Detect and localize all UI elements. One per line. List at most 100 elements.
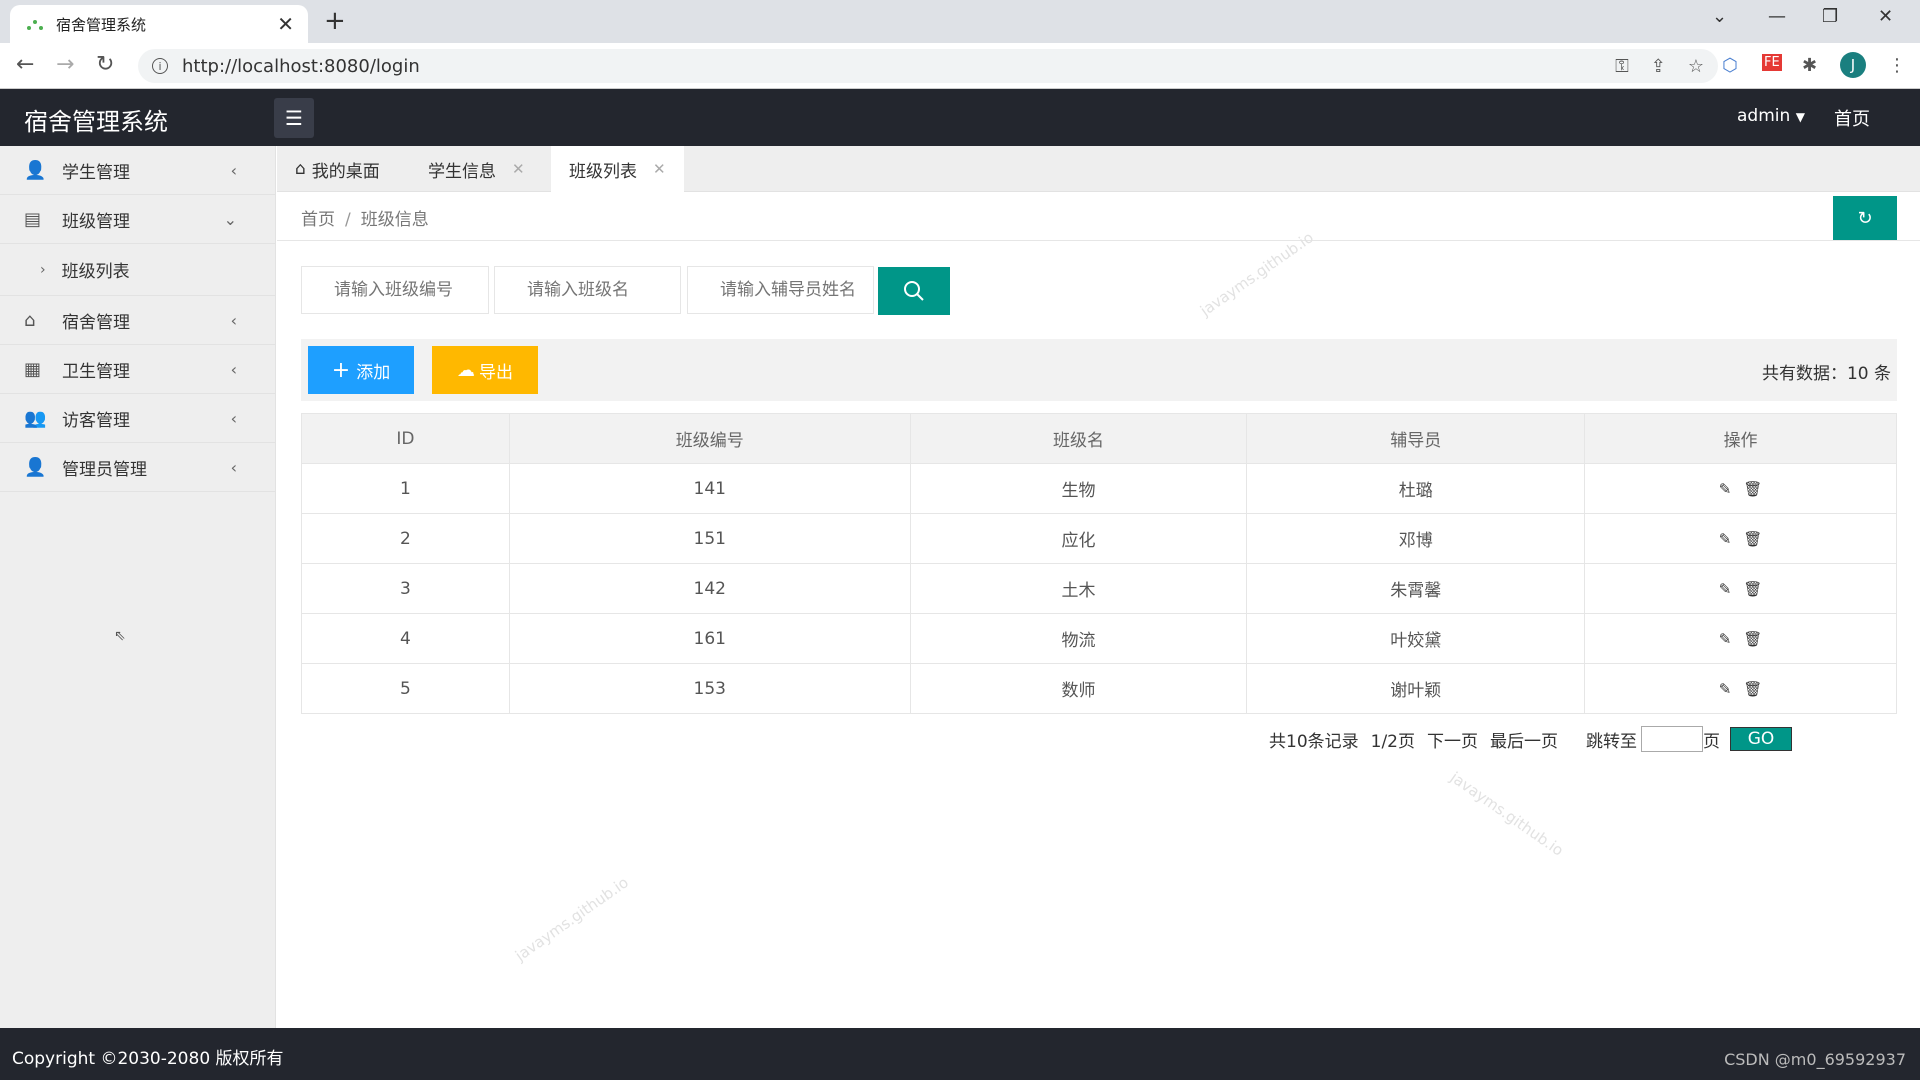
menu-toggle-icon[interactable]: ☰ [274,98,314,138]
class-number-input[interactable] [301,266,489,314]
address-bar: ← → ↻ i http://localhost:8080/login ⚿ ⇪ … [0,43,1920,89]
share-icon[interactable]: ⇪ [1651,56,1666,77]
edit-icon[interactable]: ✎ [1719,580,1732,598]
record-count: 共有数据：10 条 [1761,364,1891,384]
sidebar-item-dorm[interactable]: ⌂ 宿舍管理 ‹ [0,296,275,345]
add-button[interactable]: + 添加 [308,346,414,394]
cell-class-name: 数师 [909,663,1248,714]
class-name-input[interactable] [494,266,681,314]
tab-label: 我的桌面 [311,161,380,182]
url-field[interactable]: i http://localhost:8080/login ⚿ ⇪ ☆ [138,49,1718,83]
tab-class-list[interactable]: 班级列表 ✕ [551,146,684,192]
plus-icon: + [331,357,351,383]
sidebar-item-admin[interactable]: 👤 管理员管理 ‹ [0,443,275,492]
tab-student-info[interactable]: 学生信息 ✕ [410,146,543,192]
window-close-icon[interactable]: ✕ [1878,6,1893,27]
copyright-text: Copyright ©2030-2080 版权所有 [12,1049,284,1069]
delete-icon[interactable]: 🗑 [1743,480,1762,498]
fe-extension-icon[interactable]: FE [1762,54,1782,71]
browser-tab[interactable]: 宿舍管理系统 ✕ [10,5,308,43]
browser-menu-icon[interactable]: ⋮ [1888,55,1906,76]
sidebar-item-label: 班级列表 [61,262,130,282]
site-info-icon[interactable]: i [152,58,168,74]
tab-label: 班级列表 [569,161,637,182]
reload-icon[interactable]: ↻ [96,52,114,77]
home-link[interactable]: 首页 [1834,105,1870,131]
admin-icon: 👤 [24,456,47,478]
back-icon[interactable]: ← [16,52,34,77]
sidebar-item-class[interactable]: ▤ 班级管理 ⌄ [0,195,275,244]
breadcrumb-separator: / [345,210,351,230]
key-icon[interactable]: ⚿ [1615,56,1629,77]
breadcrumb-home[interactable]: 首页 [301,210,335,230]
cell-actions: ✎ 🗑 [1584,513,1897,564]
cloud-upload-icon: ☁ [457,359,475,381]
sofa-icon: ⌂ [24,309,36,331]
counselor-name-input[interactable] [687,266,874,314]
refresh-button[interactable]: ↻ [1833,196,1897,240]
sidebar-subitem-class-list[interactable]: › 班级列表 [0,244,275,296]
chevron-left-icon: ‹ [230,359,237,379]
tab-close-icon[interactable]: ✕ [277,12,294,36]
edit-icon[interactable]: ✎ [1719,680,1732,698]
browser-tabstrip: 宿舍管理系统 ✕ + ⌄ — ❐ ✕ [0,0,1920,43]
column-header: 辅导员 [1246,413,1586,464]
watermark: javayms.github.io [1196,228,1317,320]
extension-hex-icon[interactable]: ⬡ [1722,55,1738,76]
table-row: 2 151 应化 邓博 ✎ 🗑 [301,513,1897,564]
forward-icon[interactable]: → [56,52,74,77]
pagination: 共10条记录 1/2页 下一页 最后一页 跳转至 页 GO [1269,725,1792,753]
sidebar-item-student[interactable]: 👤 学生管理 ‹ [0,146,275,195]
puzzle-extension-icon[interactable]: ✱ [1802,55,1817,76]
tab-desktop[interactable]: ⌂ 我的桌面 [277,146,398,192]
tab-close-icon[interactable]: ✕ [653,160,666,178]
cell-actions: ✎ 🗑 [1584,663,1897,714]
delete-icon[interactable]: 🗑 [1743,580,1762,598]
breadcrumb: 首页 / 班级信息 [301,205,429,230]
tab-search-icon[interactable]: ⌄ [1712,6,1727,27]
add-label: 添加 [356,362,391,383]
sidebar-item-visitor[interactable]: 👥 访客管理 ‹ [0,394,275,443]
cell-counselor: 杜璐 [1246,463,1586,514]
cell-id: 5 [301,663,510,714]
tab-close-icon[interactable]: ✕ [512,160,525,178]
last-page-link[interactable]: 最后一页 [1490,727,1558,752]
home-icon: ⌂ [295,159,306,179]
cell-actions: ✎ 🗑 [1584,613,1897,664]
new-tab-icon[interactable]: + [324,6,346,36]
delete-icon[interactable]: 🗑 [1743,630,1762,648]
column-header: 班级名 [909,413,1248,464]
caret-down-icon: ▼ [1795,110,1805,124]
chevron-right-icon: › [40,261,46,278]
chevron-left-icon: ‹ [230,160,237,180]
user-menu[interactable]: admin ▼ [1737,106,1805,126]
sidebar-item-hygiene[interactable]: ▦ 卫生管理 ‹ [0,345,275,394]
search-button[interactable] [878,267,950,315]
cell-class-number: 153 [508,663,911,714]
cell-class-number: 161 [508,613,911,664]
restore-icon[interactable]: ❐ [1822,6,1838,27]
delete-icon[interactable]: 🗑 [1743,680,1762,698]
cell-id: 3 [301,563,510,614]
edit-icon[interactable]: ✎ [1719,480,1732,498]
jump-page-input[interactable] [1641,726,1703,752]
export-button[interactable]: ☁ 导出 [432,346,538,394]
tab-label: 学生信息 [428,161,496,182]
chevron-left-icon: ‹ [230,310,237,330]
bookmark-star-icon[interactable]: ☆ [1688,56,1704,77]
search-icon [904,281,924,301]
profile-avatar[interactable]: J [1840,52,1866,78]
delete-icon[interactable]: 🗑 [1743,530,1762,548]
table-row: 4 161 物流 叶姣黛 ✎ 🗑 [301,613,1897,664]
cell-actions: ✎ 🗑 [1584,463,1897,514]
site-favicon-icon [24,13,46,35]
table-row: 3 142 土木 朱霄馨 ✎ 🗑 [301,563,1897,614]
column-header: 操作 [1584,413,1897,464]
edit-icon[interactable]: ✎ [1719,530,1732,548]
cell-class-name: 生物 [909,463,1248,514]
next-page-link[interactable]: 下一页 [1427,727,1478,752]
minimize-icon[interactable]: — [1768,6,1786,27]
sidebar-item-label: 卫生管理 [62,361,130,382]
edit-icon[interactable]: ✎ [1719,630,1732,648]
go-button[interactable]: GO [1730,727,1792,751]
